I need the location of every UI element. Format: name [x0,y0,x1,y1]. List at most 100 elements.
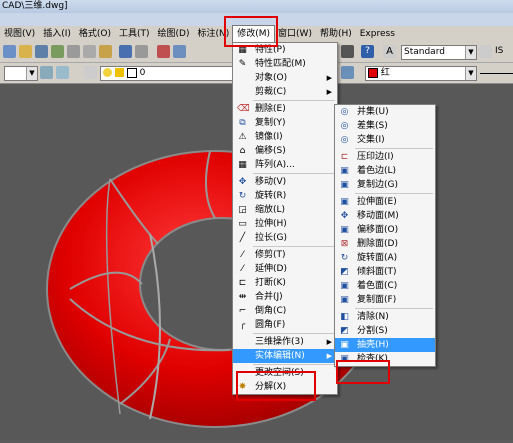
layer-combo[interactable]: 0 [100,66,238,81]
menu-item-join[interactable]: ⇹ 合并(J) [233,290,337,304]
menu-item-clip[interactable]: 剪裁(C) ▶ [233,85,337,99]
text-style-value: Standard [404,47,445,57]
bulb-icon [103,68,112,77]
taper-face-icon: ◩ [340,267,349,277]
menu-window[interactable]: 窗口(W) [274,26,316,42]
new-file-icon[interactable] [3,45,16,58]
menu-item-object[interactable]: 对象(O) ▶ [233,71,337,85]
redo-icon[interactable] [135,45,148,58]
menu-item-separate[interactable]: ◩ 分割(S) [335,324,435,338]
dim-style-icon[interactable] [479,45,492,58]
help-icon[interactable]: ? [361,45,374,58]
menu-item-clean[interactable]: ◧ 清除(N) [335,310,435,324]
menu-item-color-edges[interactable]: ▣ 着色边(L) [335,164,435,178]
menu-item-stretch[interactable]: ▭ 拉伸(H) [233,217,337,231]
paste-icon[interactable] [99,45,112,58]
menu-item-delete-faces[interactable]: ⊠ 删除面(D) [335,237,435,251]
menu-item-copy[interactable]: ⧉ 复制(Y) [233,116,337,130]
mirror-icon: ⚠ [238,132,247,142]
copy-toolbar-icon[interactable] [83,45,96,58]
menu-format[interactable]: 格式(O) [75,26,115,42]
menu-item-rotate-faces[interactable]: ↻ 旋转面(A) [335,251,435,265]
layer-properties-icon[interactable] [84,66,97,79]
color-combo[interactable]: 红 ▼ [365,66,477,81]
menu-item-copy-edges[interactable]: ▣ 复制边(G) [335,178,435,192]
menu-item-extend[interactable]: ⁄ 延伸(D) [233,262,337,276]
menu-separator [253,364,335,365]
menu-item-3d-operations[interactable]: 三维操作(3) ▶ [233,335,337,349]
submenu-arrow-icon: ▶ [326,74,332,82]
pan-icon[interactable] [157,45,170,58]
linetype-preview[interactable] [480,73,513,74]
highlight-shell [336,360,390,384]
menu-item-move-faces[interactable]: ✥ 移动面(M) [335,209,435,223]
menu-separator [355,193,433,194]
copy-edge-icon: ▣ [340,180,349,190]
offset-icon: ⌂ [239,146,246,156]
menu-item-move[interactable]: ✥ 移动(V) [233,175,337,189]
menu-separator [253,173,335,174]
menu-separator [253,246,335,247]
menu-item-erase[interactable]: ⌫ 删除(E) [233,102,337,116]
menu-item-array[interactable]: ▦ 阵列(A)... [233,158,337,172]
break-icon: ⊏ [238,278,247,288]
menu-item-extrude-faces[interactable]: ▣ 拉伸面(E) [335,195,435,209]
highlight-solid-editing [236,371,316,401]
menu-item-fillet[interactable]: ╭ 圆角(F) [233,318,337,332]
menu-item-trim[interactable]: ⁄ 修剪(T) [233,248,337,262]
menu-item-chamfer[interactable]: ⌐ 倒角(C) [233,304,337,318]
chevron-down-icon: ▼ [465,46,476,59]
union-icon: ◎ [340,107,349,117]
calculator-icon[interactable] [341,45,354,58]
shell-icon: ▣ [340,340,349,350]
menu-item-lengthen[interactable]: ╱ 拉长(G) [233,231,337,245]
menu-item-solid-editing[interactable]: 实体编辑(N) ▶ [233,349,337,363]
text-style-combo[interactable]: Standard ▼ [401,45,477,60]
zoom-icon[interactable] [173,45,186,58]
menu-item-scale[interactable]: ◲ 缩放(L) [233,203,337,217]
menu-separator [253,100,335,101]
menu-item-union[interactable]: ◎ 并集(U) [335,105,435,119]
menu-item-offset-faces[interactable]: ▣ 偏移面(O) [335,223,435,237]
menu-item-break[interactable]: ⊏ 打断(K) [233,276,337,290]
undo-icon[interactable] [119,45,132,58]
color-swatch-icon [126,67,137,78]
lengthen-icon: ╱ [239,233,246,243]
make-current-icon[interactable] [341,66,354,79]
menu-view[interactable]: 视图(V) [0,26,39,42]
menu-help[interactable]: 帮助(H) [316,26,356,42]
menu-item-imprint[interactable]: ⊏ 压印边(I) [335,150,435,164]
workspace-combo[interactable]: ▼ [4,66,38,81]
menu-item-intersect[interactable]: ◎ 交集(I) [335,133,435,147]
submenu-arrow-icon: ▶ [326,88,332,96]
copy-icon: ⧉ [239,118,246,128]
print-icon[interactable] [51,45,64,58]
menu-item-subtract[interactable]: ◎ 差集(S) [335,119,435,133]
menu-item-shell[interactable]: ▣ 抽壳(H) [335,338,435,352]
menu-item-taper-faces[interactable]: ◩ 倾斜面(T) [335,265,435,279]
subtract-icon: ◎ [340,121,349,131]
menu-express[interactable]: Express [356,26,399,42]
menu-draw[interactable]: 绘图(D) [154,26,194,42]
menu-tools[interactable]: 工具(T) [115,26,154,42]
layer-state-icon[interactable] [56,66,69,79]
menu-item-mirror[interactable]: ⚠ 镜像(I) [233,130,337,144]
menu-item-offset[interactable]: ⌂ 偏移(S) [233,144,337,158]
chevron-down-icon: ▼ [26,67,37,80]
open-icon[interactable] [19,45,32,58]
join-icon: ⇹ [238,292,247,302]
chevron-down-icon: ▼ [465,67,476,80]
save-icon[interactable] [35,45,48,58]
cut-icon[interactable] [67,45,80,58]
menu-item-color-faces[interactable]: ▣ 着色面(C) [335,279,435,293]
copy-face-icon: ▣ [340,295,349,305]
layer-manager-icon[interactable] [40,66,53,79]
move-icon: ✥ [238,177,247,187]
menu-item-match-properties[interactable]: ✎ 特性匹配(M) [233,57,337,71]
menu-item-copy-faces[interactable]: ▣ 复制面(F) [335,293,435,307]
menu-separator [253,333,335,334]
menu-item-rotate[interactable]: ↻ 旋转(R) [233,189,337,203]
menu-insert[interactable]: 插入(I) [39,26,75,42]
text-style-icon[interactable]: A [383,45,396,58]
title-bar: CAD\三维.dwg] [0,0,513,13]
